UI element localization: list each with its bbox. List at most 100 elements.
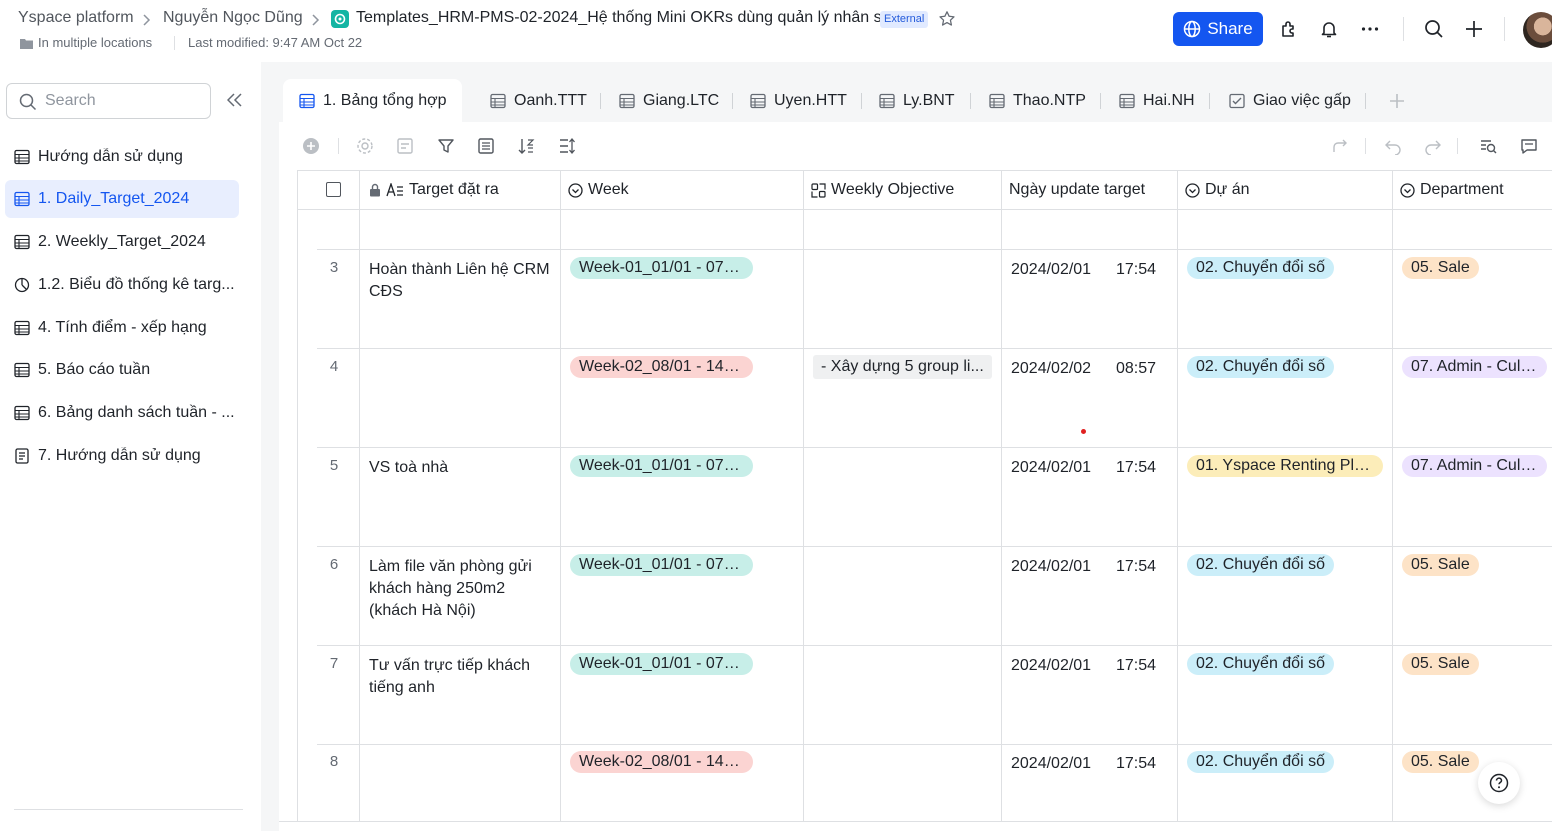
lock-icon xyxy=(369,183,381,197)
search-records-icon[interactable] xyxy=(1478,136,1498,156)
cell-department-tag[interactable]: 05. Sale xyxy=(1402,653,1479,675)
plus-icon[interactable] xyxy=(1462,17,1486,41)
cell-week-tag[interactable]: Week-01_01/01 - 07/01 xyxy=(570,257,753,279)
cell-time[interactable]: 17:54 xyxy=(1116,753,1156,775)
search-icon[interactable] xyxy=(1422,17,1446,41)
cell-week-tag[interactable]: Week-02_08/01 - 14/01 xyxy=(570,751,753,773)
sidebar-item-bao-cao-tuan[interactable]: 5. Báo cáo tuần xyxy=(5,351,239,389)
tab-giang[interactable]: Giang.LTC xyxy=(619,79,719,122)
cell-time[interactable]: 17:54 xyxy=(1116,457,1156,479)
help-button[interactable] xyxy=(1478,762,1520,804)
tab-bang-tong-hop[interactable]: 1. Bảng tổng hợp xyxy=(283,79,463,122)
sidebar-item-label: 5. Báo cáo tuần xyxy=(38,361,151,378)
group-icon[interactable] xyxy=(476,136,496,156)
cell-week-tag[interactable]: Week-01_01/01 - 07/01 xyxy=(570,653,753,675)
cell-week-tag[interactable]: Week-02_08/01 - 14/01 xyxy=(570,356,753,378)
select-all-checkbox[interactable] xyxy=(326,182,341,197)
tab-uyen[interactable]: Uyen.HTT xyxy=(750,79,847,122)
undo-icon[interactable] xyxy=(1383,136,1403,156)
tab-giao-viec-gap[interactable]: Giao việc gấp xyxy=(1229,79,1351,122)
settings-icon[interactable] xyxy=(355,136,375,156)
filter-icon[interactable] xyxy=(436,136,456,156)
divider xyxy=(970,93,971,109)
sidebar-item-huong-dan[interactable]: Hướng dẫn sử dụng xyxy=(5,138,239,176)
sidebar-item-label: 4. Tính điểm - xếp hạng xyxy=(38,319,207,336)
column-header-objective[interactable]: Weekly Objective xyxy=(811,171,954,209)
tab-oanh[interactable]: Oanh.TTT xyxy=(490,79,587,122)
cell-department-tag[interactable]: 07. Admin - Cult... xyxy=(1402,356,1547,378)
grid-line xyxy=(560,170,561,821)
cell-project-tag[interactable]: 02. Chuyển đổi số xyxy=(1187,751,1334,773)
sort-icon[interactable] xyxy=(516,136,536,156)
cell-department-tag[interactable]: 05. Sale xyxy=(1402,751,1479,773)
breadcrumb-workspace[interactable]: Yspace platform xyxy=(18,9,134,27)
cell-date[interactable]: 2024/02/01 xyxy=(1011,457,1091,479)
cell-time[interactable]: 17:54 xyxy=(1116,655,1156,677)
tab-hai[interactable]: Hai.NH xyxy=(1119,79,1195,122)
bell-icon[interactable] xyxy=(1317,17,1341,41)
comment-icon[interactable] xyxy=(1519,136,1539,156)
cell-project-tag[interactable]: 02. Chuyển đổi số xyxy=(1187,356,1334,378)
document-title[interactable]: Templates_HRM-PMS-02-2024_Hệ thống Mini … xyxy=(356,9,892,27)
column-header-department[interactable]: Department xyxy=(1400,171,1504,209)
grid-line xyxy=(297,170,298,821)
sidebar-item-tinh-diem[interactable]: 4. Tính điểm - xếp hạng xyxy=(5,309,239,347)
avatar[interactable] xyxy=(1523,12,1552,48)
grid-table-icon xyxy=(619,93,635,109)
cell-project-tag[interactable]: 02. Chuyển đổi số xyxy=(1187,653,1334,675)
sidebar-item-daily-target[interactable]: 1. Daily_Target_2024 xyxy=(5,180,239,218)
cell-target[interactable]: Tư vấn trực tiếp khách tiếng anh xyxy=(369,655,553,699)
cell-date[interactable]: 2024/02/01 xyxy=(1011,655,1091,677)
column-header-project[interactable]: Dự án xyxy=(1185,171,1250,209)
sidebar-item-huong-dan-7[interactable]: 7. Hướng dẫn sử dụng xyxy=(5,437,239,475)
collapse-sidebar-icon[interactable] xyxy=(227,93,243,107)
cell-date[interactable]: 2024/02/01 xyxy=(1011,556,1091,578)
tab-thao[interactable]: Thao.NTP xyxy=(989,79,1086,122)
cell-date[interactable]: 2024/02/01 xyxy=(1011,753,1091,775)
field-settings-icon[interactable] xyxy=(395,136,415,156)
star-icon[interactable] xyxy=(938,10,956,28)
cell-project-tag[interactable]: 02. Chuyển đổi số xyxy=(1187,257,1334,279)
cell-time[interactable]: 08:57 xyxy=(1116,358,1156,380)
add-record-icon[interactable] xyxy=(301,136,321,156)
share-view-icon[interactable] xyxy=(1330,136,1350,156)
row-number: 4 xyxy=(329,358,339,375)
search-input[interactable]: Search xyxy=(6,83,211,119)
cell-time[interactable]: 17:54 xyxy=(1116,259,1156,281)
breadcrumb-owner[interactable]: Nguyễn Ngọc Dũng xyxy=(163,9,303,27)
grid-line xyxy=(317,744,1552,745)
sidebar-item-danh-sach-tuan[interactable]: 6. Bảng danh sách tuần - ... xyxy=(5,394,239,432)
share-button[interactable]: Share xyxy=(1173,12,1263,46)
sidebar-item-bieu-do[interactable]: 1.2. Biểu đồ thống kê targ... xyxy=(5,266,239,304)
column-header-target[interactable]: Target đặt ra xyxy=(369,171,499,209)
cell-project-tag[interactable]: 01. Yspace Renting Plat... xyxy=(1187,455,1383,477)
cell-date[interactable]: 2024/02/02 xyxy=(1011,358,1091,380)
cell-target[interactable]: VS toà nhà xyxy=(369,457,553,479)
add-tab-icon[interactable] xyxy=(1389,93,1405,109)
cell-project-tag[interactable]: 02. Chuyển đổi số xyxy=(1187,554,1334,576)
grid-line xyxy=(359,170,360,821)
grid-line xyxy=(317,447,1552,448)
cell-target[interactable]: Hoàn thành Liên hệ CRM CĐS xyxy=(369,259,553,303)
cell-objective-link[interactable]: - Xây dựng 5 group li... xyxy=(813,355,992,379)
cell-week-tag[interactable]: Week-01_01/01 - 07/01 xyxy=(570,554,753,576)
plugin-icon[interactable] xyxy=(1277,17,1301,41)
cell-date[interactable]: 2024/02/01 xyxy=(1011,259,1091,281)
cell-target[interactable]: Làm file văn phòng gửi khách hàng 250m2 … xyxy=(369,556,553,622)
cell-department-tag[interactable]: 05. Sale xyxy=(1402,257,1479,279)
location-text: In multiple locations xyxy=(38,35,153,50)
column-header-week[interactable]: Week xyxy=(568,171,629,209)
sidebar-item-weekly-target[interactable]: 2. Weekly_Target_2024 xyxy=(5,223,239,261)
column-header-date[interactable]: Ngày update target xyxy=(1009,171,1145,209)
row-height-icon[interactable] xyxy=(557,136,577,156)
more-icon[interactable] xyxy=(1358,17,1382,41)
divider xyxy=(600,93,601,109)
cell-department-tag[interactable]: 05. Sale xyxy=(1402,554,1479,576)
checklist-icon xyxy=(1229,93,1245,109)
cell-department-tag[interactable]: 07. Admin - Cult... xyxy=(1402,455,1547,477)
cell-week-tag[interactable]: Week-01_01/01 - 07/01 xyxy=(570,455,753,477)
help-icon xyxy=(1489,773,1509,793)
cell-time[interactable]: 17:54 xyxy=(1116,556,1156,578)
redo-icon[interactable] xyxy=(1423,136,1443,156)
tab-ly[interactable]: Ly.BNT xyxy=(879,79,955,122)
